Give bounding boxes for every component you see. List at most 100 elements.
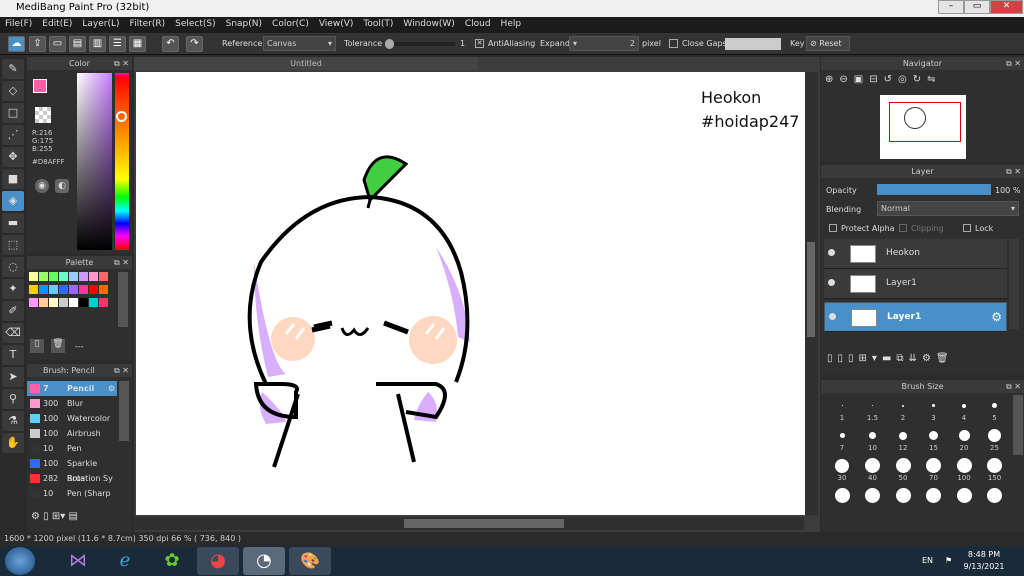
menu-item[interactable]: Tool(T) — [358, 17, 398, 31]
palette-swatch[interactable] — [29, 285, 38, 294]
brush-size-cell[interactable] — [980, 487, 1010, 517]
close-button[interactable]: ✕ — [990, 0, 1023, 14]
brush-size-cell[interactable]: 4 — [949, 397, 979, 427]
bucket-tool-icon[interactable]: ◈ — [2, 191, 24, 211]
menu-item[interactable]: Color(C) — [267, 17, 314, 31]
lock-checkbox[interactable] — [963, 224, 971, 232]
brush-item[interactable]: 300 Blur — [27, 396, 117, 411]
hand-tool-icon[interactable]: ✋ — [2, 433, 24, 453]
language-indicator[interactable]: EN — [922, 556, 933, 565]
brush-new-icon[interactable]: ▯ — [43, 511, 49, 522]
palette-swatch[interactable] — [39, 285, 48, 294]
clock[interactable]: 8:48 PM 9/13/2021 — [960, 549, 1008, 573]
eyedropper-tool-icon[interactable]: ⚲ — [2, 389, 24, 409]
brush-settings-icon[interactable]: ⚙ — [31, 511, 40, 522]
new-layer-1bit-icon[interactable]: ▯ — [848, 353, 859, 364]
palette-swatch[interactable] — [59, 285, 68, 294]
palette-swatch[interactable] — [89, 272, 98, 281]
add-layer-menu-icon[interactable]: ⊞▾ — [859, 353, 882, 364]
panel-controls-icon[interactable]: ⧉ ✕ — [114, 57, 129, 70]
palette-swatch[interactable] — [49, 298, 58, 307]
reference-select[interactable]: Canvas ▾ — [263, 36, 336, 51]
brush-size-cell[interactable]: 150 — [980, 457, 1010, 487]
brush-size-cell[interactable]: 25 — [980, 427, 1010, 457]
clipping-checkbox[interactable] — [899, 224, 907, 232]
visual-studio-icon[interactable]: ⋈ — [57, 547, 99, 575]
menu-item[interactable]: Help — [496, 17, 527, 31]
saturation-value-field[interactable] — [77, 73, 112, 250]
cloud-icon[interactable]: ☁ — [8, 36, 25, 52]
navigator-thumbnail[interactable] — [880, 95, 966, 159]
folder-icon[interactable]: ▬ — [882, 353, 896, 364]
brush-size-cell[interactable] — [919, 487, 949, 517]
brush-size-cell[interactable]: 70 — [919, 457, 949, 487]
layer-row[interactable]: Layer1 — [824, 269, 1007, 299]
visibility-eye-icon[interactable] — [828, 249, 835, 256]
palette-swatch[interactable] — [79, 298, 88, 307]
operation-tool-icon[interactable]: ➤ — [2, 367, 24, 387]
palette-swatch[interactable] — [29, 298, 38, 307]
delete-layer-icon[interactable]: 🗑 — [936, 353, 954, 364]
blending-select[interactable]: Normal ▾ — [877, 201, 1019, 216]
palette-swatch[interactable] — [49, 285, 58, 294]
canvas-tab[interactable]: Untitled — [134, 57, 478, 70]
internet-explorer-icon[interactable]: ℯ — [104, 547, 146, 575]
layer-scrollbar[interactable] — [1009, 239, 1019, 329]
redo-icon[interactable]: ↷ — [186, 36, 203, 52]
brush-item[interactable]: 10 Pen — [27, 441, 117, 456]
menu-item[interactable]: Window(W) — [398, 17, 459, 31]
menu-item[interactable]: Filter(R) — [125, 17, 171, 31]
brush-size-cell[interactable]: 30 — [827, 457, 857, 487]
list-icon[interactable]: ☰ — [109, 36, 126, 52]
chat-icon[interactable]: ▤ — [69, 36, 86, 52]
rotate-right-icon[interactable]: ↻ — [913, 74, 927, 85]
foreground-color-swatch[interactable] — [33, 79, 47, 93]
palette-swatch[interactable] — [99, 285, 108, 294]
palette-swatch[interactable] — [59, 272, 68, 281]
start-button-icon[interactable] — [5, 547, 35, 575]
close-gaps-checkbox[interactable] — [669, 39, 678, 48]
merge-layer-icon[interactable]: ⇊ — [909, 353, 922, 364]
brush-size-cell[interactable] — [827, 487, 857, 517]
select-rect-tool-icon[interactable]: ⬚ — [2, 235, 24, 255]
menu-item[interactable]: Layer(L) — [77, 17, 124, 31]
menu-item[interactable]: File(F) — [0, 17, 37, 31]
transparent-color-swatch[interactable] — [35, 107, 51, 123]
palette-swatch[interactable] — [69, 285, 78, 294]
text-tool-icon[interactable]: T — [2, 345, 24, 365]
move-tool-icon[interactable]: ✥ — [2, 147, 24, 167]
palette-swatch[interactable] — [39, 272, 48, 281]
menu-item[interactable]: View(V) — [314, 17, 359, 31]
eraser-tool-icon[interactable]: ◇ — [2, 81, 24, 101]
brush-size-cell[interactable]: 20 — [949, 427, 979, 457]
new-layer-icon[interactable]: ▯ — [827, 353, 838, 364]
palette-swatch[interactable] — [69, 298, 78, 307]
brush-size-cell[interactable] — [949, 487, 979, 517]
tolerance-slider-thumb[interactable] — [385, 39, 394, 49]
brush-scrollbar[interactable] — [119, 381, 129, 441]
antialiasing-checkbox[interactable]: ✕ — [475, 39, 484, 48]
brush-page-icon[interactable]: ▤ — [68, 511, 77, 522]
brush-item[interactable]: 100 Sparkle Brus — [27, 456, 117, 483]
coccoc-browser-icon[interactable]: ✿ — [151, 547, 193, 575]
fill-rect-tool-icon[interactable]: ■ — [2, 169, 24, 189]
select-pen-tool-icon[interactable]: ✐ — [2, 301, 24, 321]
close-gaps-color-swatch[interactable] — [725, 38, 781, 50]
opacity-slider[interactable] — [877, 184, 991, 195]
panel-controls-icon[interactable]: ⧉ ✕ — [1006, 165, 1021, 178]
lasso-tool-icon[interactable]: ◌ — [2, 257, 24, 277]
horizontal-scroll-thumb[interactable] — [404, 519, 564, 528]
palette-swatch[interactable] — [39, 298, 48, 307]
brush-size-cell[interactable]: 10 — [858, 427, 888, 457]
layer-row[interactable]: Layer1 ⚙ — [824, 302, 1007, 332]
fit-icon[interactable]: ▣ — [854, 74, 869, 85]
dropper-tool-icon[interactable]: ⚗ — [2, 411, 24, 431]
drawing-canvas[interactable]: Heokon #hoidap247 — [136, 72, 805, 515]
menu-item[interactable]: Edit(E) — [37, 17, 77, 31]
flip-icon[interactable]: ⇋ — [927, 74, 941, 85]
brush-size-cell[interactable]: 15 — [919, 427, 949, 457]
brush-size-cell[interactable]: 12 — [888, 427, 918, 457]
brush-item[interactable]: 282 Rotation Sy — [27, 471, 117, 486]
magic-wand-tool-icon[interactable]: ✦ — [2, 279, 24, 299]
rotate-left-icon[interactable]: ↺ — [884, 74, 898, 85]
